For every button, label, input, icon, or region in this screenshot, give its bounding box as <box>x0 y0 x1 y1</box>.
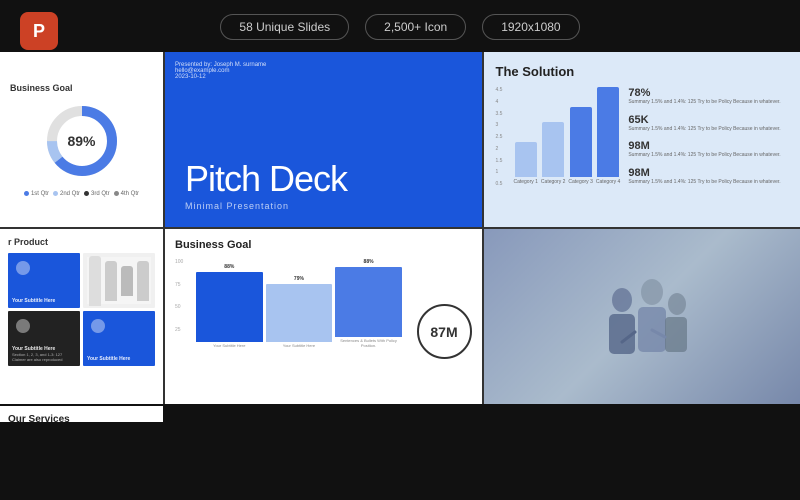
slide-grid: Business Goal 89% 1st Qtr 2nd Qtr 3rd Qt… <box>0 52 800 404</box>
donut-label: 89% <box>67 133 95 149</box>
badge-resolution: 1920x1080 <box>482 14 579 40</box>
legend-item-2: 2nd Qtr <box>53 191 80 197</box>
biz-goal-title: Business Goal <box>175 239 472 251</box>
product-slides-grid: Your Subtitle Here Your Subtitle Here Se… <box>8 253 155 366</box>
powerpoint-icon: P <box>20 12 58 50</box>
bar-4 <box>597 87 619 177</box>
biz-big-number: 87M <box>417 304 472 359</box>
solution-bar-chart: Category 1 Category 2 Category 3 Categor… <box>513 87 620 187</box>
biz-bar-2: 79% Your Subtitle Here <box>266 276 333 349</box>
slide-our-services: Our Services <box>0 406 163 422</box>
bar-3 <box>570 107 592 177</box>
stat-2: 65K Summary 1.5% and 1.4%: 125 Try to be… <box>628 114 788 133</box>
bar-wrap-1: Category 1 <box>513 142 537 185</box>
badge-slides: 58 Unique Slides <box>220 14 349 40</box>
product-mini-4: Your Subtitle Here <box>83 311 155 366</box>
biz-bar-1: 88% Your Subtitle Here <box>196 264 263 349</box>
slide-photo <box>484 229 800 404</box>
bar-wrap-4: Category 4 <box>596 87 620 185</box>
biz-bar-3: 88% Sentences & Bullets With Policy Posi… <box>335 259 402 349</box>
biz-chart-area: 100 75 50 25 88% Your Subtitle Here 79% … <box>175 259 472 369</box>
product-mini-3: Your Subtitle Here Section 1, 2, 3, and … <box>8 311 80 366</box>
pitch-deck-subtitle: Minimal Presentation <box>185 201 462 211</box>
bar-2 <box>542 122 564 177</box>
slide-solution: The Solution 4.5 4 3.5 3 2.5 2 1.5 1 0.5… <box>484 52 800 227</box>
legend-item-3: 3rd Qtr <box>84 191 110 197</box>
slide-business-goal-bars: Business Goal 100 75 50 25 88% Your Subt… <box>165 229 482 404</box>
presenter-date: 2023-10-12 <box>175 74 266 80</box>
stat-3: 98M Summary 1.5% and 1.4%: 125 Try to be… <box>628 140 788 159</box>
legend: 1st Qtr 2nd Qtr 3rd Qtr 4th Qtr <box>24 191 139 197</box>
slide-business-goal-donut: Business Goal 89% 1st Qtr 2nd Qtr 3rd Qt… <box>0 52 163 227</box>
biz-y-axis: 100 75 50 25 <box>175 259 190 349</box>
donut-chart: 89% <box>42 101 122 181</box>
bar-wrap-3: Category 3 <box>568 107 592 185</box>
badge-icons: 2,500+ Icon <box>365 14 466 40</box>
top-bar: P 58 Unique Slides 2,500+ Icon 1920x1080 <box>0 0 800 52</box>
product-mini-2 <box>83 253 155 308</box>
mini-icon-1 <box>16 261 30 275</box>
mini-icon-4 <box>91 319 105 333</box>
our-product-title: r Product <box>8 237 155 247</box>
legend-item-1: 1st Qtr <box>24 191 49 197</box>
slide-our-product: r Product Your Subtitle Here Your Subtit… <box>0 229 163 404</box>
y-axis: 4.5 4 3.5 3 2.5 2 1.5 1 0.5 <box>496 87 506 187</box>
photo-placeholder <box>484 229 800 404</box>
bar-wrap-2: Category 2 <box>541 122 565 185</box>
solution-stats: 78% Summary 1.5% and 1.4%: 125 Try to be… <box>628 87 788 187</box>
bar-1 <box>515 142 537 177</box>
mini-icon-3 <box>16 319 30 333</box>
pitch-deck-title: Pitch Deck <box>185 161 462 197</box>
people-silhouette-svg <box>587 262 697 372</box>
bottle-2 <box>105 261 117 301</box>
our-services-title: Our Services <box>8 414 155 422</box>
slide-pitch-deck: Presented by: Joseph M. surname hello@ex… <box>165 52 482 227</box>
bottle-1 <box>89 256 101 306</box>
presenter-info: Presented by: Joseph M. surname hello@ex… <box>175 62 266 80</box>
stat-1: 78% Summary 1.5% and 1.4%: 125 Try to be… <box>628 87 788 106</box>
legend-item-4: 4th Qtr <box>114 191 139 197</box>
stat-4: 98M Summary 1.5% and 1.4%: 125 Try to be… <box>628 167 788 186</box>
bottle-3 <box>121 266 133 296</box>
bottle-scene <box>87 257 151 304</box>
solution-content: 4.5 4 3.5 3 2.5 2 1.5 1 0.5 Category 1 C… <box>496 87 789 187</box>
business-goal-title: Business Goal <box>10 83 73 93</box>
solution-title: The Solution <box>496 64 789 79</box>
product-mini-1: Your Subtitle Here <box>8 253 80 308</box>
bottle-4 <box>137 261 149 301</box>
